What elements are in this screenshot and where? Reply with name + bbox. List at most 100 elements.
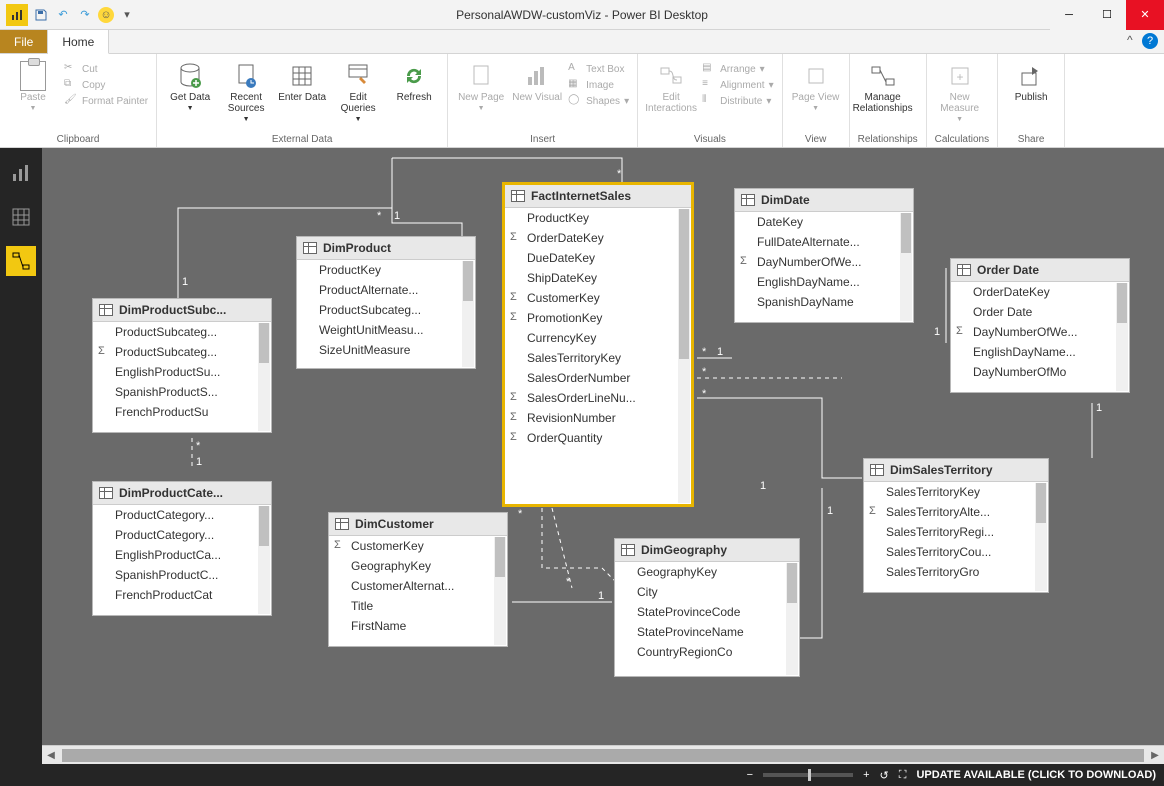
field-row[interactable]: ShipDateKey bbox=[505, 268, 691, 288]
field-row[interactable]: SalesTerritoryGro bbox=[864, 562, 1048, 582]
field-row[interactable]: SalesOrderNumber bbox=[505, 368, 691, 388]
refresh-button[interactable]: Refresh bbox=[389, 58, 439, 103]
help-icon[interactable]: ? bbox=[1142, 33, 1158, 49]
field-row[interactable]: CurrencyKey bbox=[505, 328, 691, 348]
scrollbar[interactable] bbox=[900, 213, 912, 321]
table-dimproductcategory[interactable]: DimProductCate... ProductCategory...Prod… bbox=[92, 481, 272, 616]
field-row[interactable]: ΣSalesTerritoryAlte... bbox=[864, 502, 1048, 522]
field-row[interactable]: FullDateAlternate... bbox=[735, 232, 913, 252]
format-painter-button[interactable]: 🖌Format Painter bbox=[64, 94, 148, 108]
table-dimsalesterritory[interactable]: DimSalesTerritory SalesTerritoryKeyΣSale… bbox=[863, 458, 1049, 593]
table-dimgeography[interactable]: DimGeography GeographyKeyCityStateProvin… bbox=[614, 538, 800, 677]
horizontal-scrollbar[interactable]: ◀ ▶ bbox=[42, 745, 1164, 764]
redo-icon[interactable]: ↷ bbox=[76, 6, 94, 24]
field-row[interactable]: WeightUnitMeasu... bbox=[297, 320, 475, 340]
get-data-button[interactable]: Get Data▼ bbox=[165, 58, 215, 112]
image-button[interactable]: ▦Image bbox=[568, 78, 629, 92]
field-row[interactable]: StateProvinceName bbox=[615, 622, 799, 642]
field-row[interactable]: GeographyKey bbox=[615, 562, 799, 582]
table-orderdate[interactable]: Order Date OrderDateKeyOrder DateΣDayNum… bbox=[950, 258, 1130, 393]
field-row[interactable]: CustomerAlternat... bbox=[329, 576, 507, 596]
field-row[interactable]: SpanishDayName bbox=[735, 292, 913, 312]
field-row[interactable]: ΣDayNumberOfWe... bbox=[951, 322, 1129, 342]
scrollbar[interactable] bbox=[462, 261, 474, 367]
report-view-button[interactable] bbox=[6, 158, 36, 188]
table-dimdate[interactable]: DimDate DateKeyFullDateAlternate...ΣDayN… bbox=[734, 188, 914, 323]
cut-button[interactable]: ✂Cut bbox=[64, 62, 148, 76]
copy-button[interactable]: ⧉Copy bbox=[64, 78, 148, 92]
field-row[interactable]: ΣRevisionNumber bbox=[505, 408, 691, 428]
model-view-button[interactable] bbox=[6, 246, 36, 276]
scrollbar[interactable] bbox=[258, 506, 270, 614]
zoom-slider[interactable] bbox=[763, 773, 853, 777]
field-row[interactable]: FirstName bbox=[329, 616, 507, 636]
field-row[interactable]: CountryRegionCo bbox=[615, 642, 799, 662]
paste-button[interactable]: Paste▼ bbox=[8, 58, 58, 112]
close-button[interactable]: ✕ bbox=[1126, 0, 1164, 30]
scrollbar[interactable] bbox=[494, 537, 506, 645]
field-row[interactable]: ΣPromotionKey bbox=[505, 308, 691, 328]
edit-interactions-button[interactable]: Edit Interactions bbox=[646, 58, 696, 114]
field-row[interactable]: OrderDateKey bbox=[951, 282, 1129, 302]
maximize-button[interactable]: ☐ bbox=[1088, 0, 1126, 30]
smiley-icon[interactable]: ☺ bbox=[98, 7, 114, 23]
reset-icon[interactable]: ↺ bbox=[880, 769, 889, 782]
zoom-out-icon[interactable]: − bbox=[747, 769, 753, 781]
field-row[interactable]: ProductSubcateg... bbox=[297, 300, 475, 320]
field-row[interactable]: FrenchProductCat bbox=[93, 585, 271, 605]
scrollbar[interactable] bbox=[1116, 283, 1128, 391]
scrollbar[interactable] bbox=[678, 209, 690, 503]
recent-sources-button[interactable]: Recent Sources▼ bbox=[221, 58, 271, 123]
data-view-button[interactable] bbox=[6, 202, 36, 232]
tab-file[interactable]: File bbox=[0, 30, 48, 53]
scrollbar[interactable] bbox=[258, 323, 270, 431]
field-row[interactable]: FrenchProductSu bbox=[93, 402, 271, 422]
page-view-button[interactable]: Page View▼ bbox=[791, 58, 841, 112]
field-row[interactable]: ΣDayNumberOfWe... bbox=[735, 252, 913, 272]
textbox-button[interactable]: AText Box bbox=[568, 62, 629, 76]
field-row[interactable]: ProductSubcateg... bbox=[93, 322, 271, 342]
new-visual-button[interactable]: New Visual bbox=[512, 58, 562, 103]
zoom-in-icon[interactable]: + bbox=[863, 769, 869, 781]
update-banner[interactable]: UPDATE AVAILABLE (CLICK TO DOWNLOAD) bbox=[916, 769, 1156, 781]
field-row[interactable]: ΣSalesOrderLineNu... bbox=[505, 388, 691, 408]
field-row[interactable]: ΣOrderDateKey bbox=[505, 228, 691, 248]
field-row[interactable]: ProductAlternate... bbox=[297, 280, 475, 300]
publish-button[interactable]: Publish bbox=[1006, 58, 1056, 103]
manage-relationships-button[interactable]: Manage Relationships bbox=[858, 58, 908, 114]
distribute-button[interactable]: ⫴Distribute ▾ bbox=[702, 94, 774, 108]
field-row[interactable]: ProductCategory... bbox=[93, 525, 271, 545]
edit-queries-button[interactable]: Edit Queries▼ bbox=[333, 58, 383, 123]
fit-to-screen-icon[interactable]: ⛶ bbox=[899, 769, 907, 782]
minimize-button[interactable]: ─ bbox=[1050, 0, 1088, 30]
enter-data-button[interactable]: Enter Data bbox=[277, 58, 327, 103]
save-icon[interactable] bbox=[32, 6, 50, 24]
scrollbar[interactable] bbox=[1035, 483, 1047, 591]
field-row[interactable]: ΣProductSubcateg... bbox=[93, 342, 271, 362]
new-page-button[interactable]: New Page▼ bbox=[456, 58, 506, 112]
field-row[interactable]: ΣCustomerKey bbox=[329, 536, 507, 556]
field-row[interactable]: SalesTerritoryKey bbox=[864, 482, 1048, 502]
alignment-button[interactable]: ≡Alignment ▾ bbox=[702, 78, 774, 92]
model-canvas[interactable]: * * 1 1 * 1 * 1 * * 1 1 * 1 1 * 1 1 1 Fa… bbox=[42, 148, 1164, 764]
field-row[interactable]: EnglishProductCa... bbox=[93, 545, 271, 565]
field-row[interactable]: ProductCategory... bbox=[93, 505, 271, 525]
ribbon-collapse-icon[interactable]: ^ bbox=[1127, 33, 1133, 47]
field-row[interactable]: DayNumberOfMo bbox=[951, 362, 1129, 382]
field-row[interactable]: EnglishDayName... bbox=[735, 272, 913, 292]
field-row[interactable]: ΣOrderQuantity bbox=[505, 428, 691, 448]
table-dimproductsubcategory[interactable]: DimProductSubc... ProductSubcateg...ΣPro… bbox=[92, 298, 272, 433]
field-row[interactable]: ΣCustomerKey bbox=[505, 288, 691, 308]
table-factinternetsales[interactable]: FactInternetSales ProductKeyΣOrderDateKe… bbox=[502, 182, 694, 507]
table-dimcustomer[interactable]: DimCustomer ΣCustomerKeyGeographyKeyCust… bbox=[328, 512, 508, 647]
field-row[interactable]: SpanishProductS... bbox=[93, 382, 271, 402]
field-row[interactable]: Order Date bbox=[951, 302, 1129, 322]
field-row[interactable]: Title bbox=[329, 596, 507, 616]
shapes-button[interactable]: ◯Shapes ▾ bbox=[568, 94, 629, 108]
arrange-button[interactable]: ▤Arrange ▾ bbox=[702, 62, 774, 76]
field-row[interactable]: ProductKey bbox=[505, 208, 691, 228]
field-row[interactable]: SalesTerritoryCou... bbox=[864, 542, 1048, 562]
field-row[interactable]: SalesTerritoryRegi... bbox=[864, 522, 1048, 542]
field-row[interactable]: City bbox=[615, 582, 799, 602]
field-row[interactable]: SalesTerritoryKey bbox=[505, 348, 691, 368]
